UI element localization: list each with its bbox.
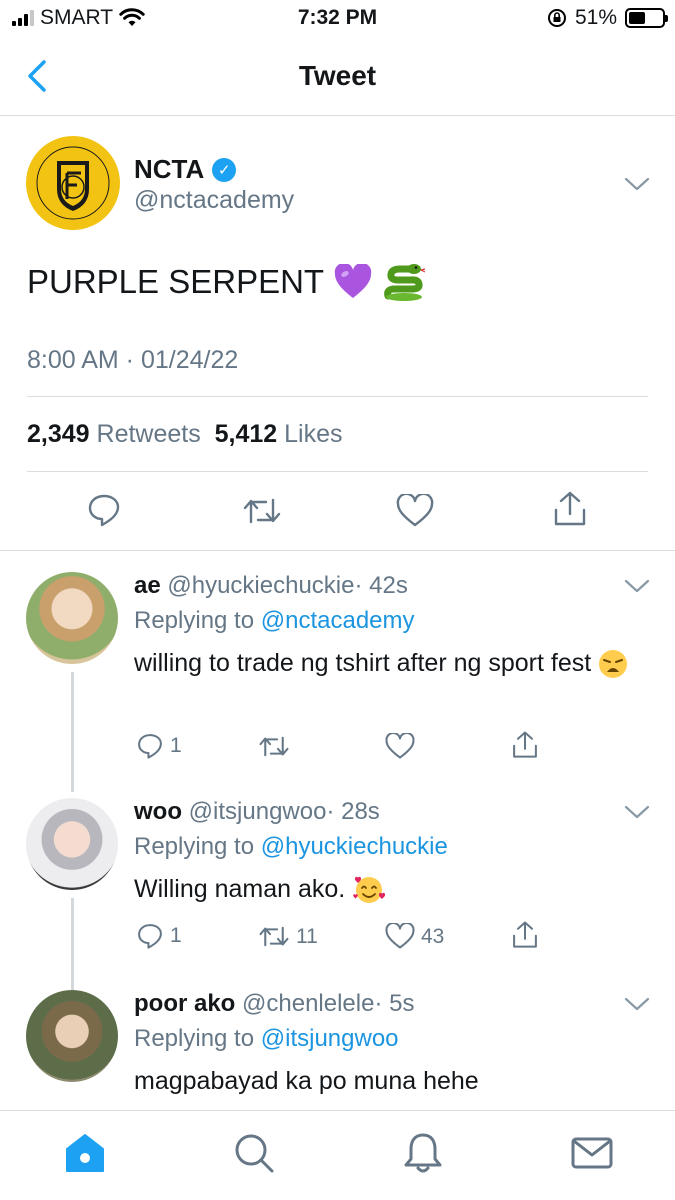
retweet-icon [259,926,289,947]
verified-badge-icon: ✓ [212,157,237,182]
messages-envelope-icon[interactable] [570,1131,614,1175]
divider [27,471,648,472]
replying-to-label: Replying to [134,833,255,860]
thread-line [71,672,74,792]
orientation-lock-icon [547,9,566,27]
like-heart-icon [385,733,415,759]
like-heart-icon [385,923,415,949]
share-icon [513,731,537,758]
weary-face-emoji [599,650,628,679]
like-count[interactable]: 5,412 [215,420,278,448]
avatar[interactable] [26,572,118,664]
tab-bar [0,1110,675,1200]
replying-to: Replying to @hyuckiechuckie [134,833,448,861]
chevron-down-icon[interactable] [624,996,650,1012]
replying-to-link[interactable]: @nctacademy [261,607,415,634]
avatar[interactable] [26,798,118,890]
reply-icon [138,924,162,949]
reply-text: Willing naman ako. [134,872,634,907]
replying-to-link[interactable]: @itsjungwoo [261,1025,399,1052]
page-title: Tweet [298,60,377,91]
battery-fill [629,12,646,24]
reply-author-handle[interactable]: @chenlelele [242,990,374,1017]
ncta-logo-icon [35,145,111,221]
replying-to: Replying to @itsjungwoo [134,1025,399,1053]
reply-text: willing to trade ng tshirt after ng spor… [134,646,634,681]
search-icon[interactable] [232,1131,276,1175]
retweet-label[interactable]: Retweets [97,420,201,448]
reply-count: 1 [170,734,182,757]
retweet-icon[interactable] [242,494,282,528]
divider [27,396,648,397]
tweet-text: PURPLE SERPENT [27,262,426,302]
replying-to-label: Replying to [134,607,255,634]
like-count: 43 [421,924,445,948]
status-right: 51% [547,6,668,30]
notifications-bell-icon[interactable] [401,1131,445,1175]
reply-author-name[interactable]: poor ako [134,990,235,1017]
reply-time: · 28s [326,798,380,825]
reply-count: 1 [170,924,182,947]
tweet-stats: 2,349 Retweets 5,412 Likes [27,420,343,449]
reply-text-content: Willing naman ako. [134,875,346,903]
avatar[interactable] [26,136,120,230]
share-button[interactable] [511,730,539,760]
reply-text: magpabayad ka po muna hehe [134,1064,634,1099]
like-button[interactable]: 43 [385,923,444,950]
reply-button[interactable]: 1 [136,922,182,950]
reply-header: ae @hyuckiechuckie· 42s [134,572,408,600]
author-name-row[interactable]: NCTA ✓ [134,154,237,185]
nav-header: Tweet [0,38,675,116]
home-icon[interactable] [63,1131,107,1175]
like-button[interactable] [385,733,421,760]
reply-author-name[interactable]: woo [134,798,182,825]
avatar[interactable] [26,990,118,1082]
chevron-down-icon[interactable] [624,176,650,192]
chevron-down-icon[interactable] [624,804,650,820]
like-label[interactable]: Likes [284,420,342,448]
author-name[interactable]: NCTA [134,154,204,185]
retweet-count: 11 [296,924,318,948]
reply-icon[interactable] [86,492,122,528]
replying-to-label: Replying to [134,1025,255,1052]
author-handle[interactable]: @nctacademy [134,186,294,215]
share-button[interactable] [511,920,539,950]
reply-icon [138,734,162,759]
reply-author-handle[interactable]: @hyuckiechuckie [167,572,354,599]
reply-time: · 5s [374,990,415,1017]
smiling-face-with-hearts-emoji [353,877,386,904]
purple-heart-emoji [334,264,372,298]
reply-text-content: willing to trade ng tshirt after ng spor… [134,649,592,677]
chevron-down-icon[interactable] [624,578,650,594]
reply-author-handle[interactable]: @itsjungwoo [189,798,327,825]
snake-emoji [384,264,426,301]
reply-author-name[interactable]: ae [134,572,161,599]
like-heart-icon[interactable] [396,494,434,528]
retweet-count[interactable]: 2,349 [27,420,90,448]
replying-to-link[interactable]: @hyuckiechuckie [261,833,448,860]
tweet-timestamp: 8:00 AM · 01/24/22 [27,346,239,374]
reply-header: poor ako @chenlelele· 5s [134,990,414,1018]
section-divider [0,550,675,551]
retweet-button[interactable] [258,733,296,760]
tweet-text-content: PURPLE SERPENT [27,263,325,300]
reply-time: · 42s [354,572,408,599]
share-icon [513,921,537,948]
status-bar: SMART 7:32 PM 51% [0,0,675,38]
retweet-icon [259,736,289,757]
reply-header: woo @itsjungwoo· 28s [134,798,380,826]
battery-icon [625,8,668,28]
share-icon[interactable] [552,490,588,528]
battery-percent: 51% [574,6,617,29]
reply-text-content: magpabayad ka po muna hehe [134,1067,479,1095]
reply-button[interactable]: 1 [136,732,182,760]
retweet-button[interactable]: 11 [258,923,318,950]
replying-to: Replying to @nctacademy [134,607,415,635]
